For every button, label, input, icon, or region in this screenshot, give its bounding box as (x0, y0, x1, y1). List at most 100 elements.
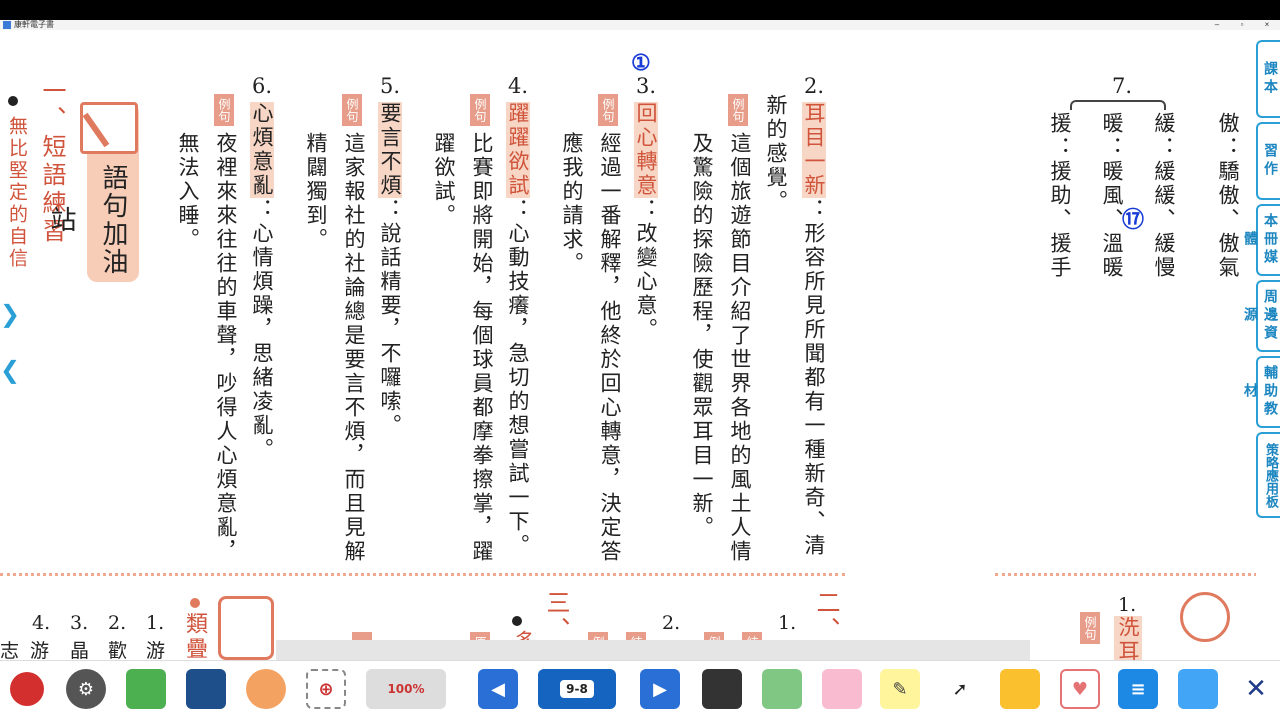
dotted-divider-left (0, 573, 845, 576)
bottom-char-3: 歡 (108, 640, 128, 660)
item4-example-tag: 例句 (470, 94, 490, 126)
item4-term: 躍躍欲試 (506, 102, 530, 198)
bottom-heading-leidie: 類疊 (182, 612, 207, 660)
item4-term-line: 躍躍欲試：心動技癢，急切的想嘗試一下。 (504, 102, 532, 558)
item5-number: 5. (380, 74, 401, 98)
bottom-char-4: 游 (146, 640, 166, 660)
eraser-icon[interactable] (822, 669, 862, 709)
tab-media[interactable]: 本冊媒體 (1242, 204, 1280, 276)
bottom-num-1: 1. (146, 612, 165, 634)
bottom-num-4: 4. (32, 612, 51, 634)
item5-definition: ：說話精要，不囉嗦。 (378, 198, 402, 438)
item6-term: 心煩意亂 (250, 102, 274, 198)
handwritten-annotation-1: ① (631, 50, 651, 76)
item3-example-line2: 應我的請求。 (560, 132, 584, 276)
graduation-icon[interactable] (702, 669, 742, 709)
item6-example-line1: 夜裡來來往往的車聲，吵得人心煩意亂， (214, 132, 238, 564)
bullet-text: 無比堅定的自信 (6, 116, 28, 270)
close-icon[interactable]: ✕ (1236, 669, 1276, 709)
trash-icon[interactable] (762, 669, 802, 709)
item5-example-line2: 精闢獨到。 (304, 132, 328, 252)
tab-textbook[interactable]: 課本 (1256, 40, 1280, 118)
toolbox-icon[interactable] (126, 669, 166, 709)
item3-term-line: 回心轉意：改變心意。 (632, 102, 660, 342)
item2-number: 2. (804, 74, 825, 98)
app-icon (3, 21, 11, 29)
stamp-icon (218, 596, 274, 660)
item7-brace (1070, 100, 1166, 110)
bottom-term-xier: 洗耳 (1114, 616, 1142, 660)
page-indicator: 9-8 (560, 680, 594, 698)
minimize-button[interactable]: – (1212, 20, 1222, 30)
bottom-num-c1: 1. (1118, 594, 1137, 616)
save-icon[interactable] (186, 669, 226, 709)
item5-term-line: 要言不煩：說話精要，不囉嗦。 (376, 102, 404, 438)
item4-number: 4. (508, 74, 529, 98)
item2-example-tag: 例句 (728, 94, 748, 126)
exit-icon[interactable] (10, 672, 44, 706)
item3-definition: ：改變心意。 (634, 198, 658, 342)
title-bar: 康軒電子書 – ▫ × (0, 20, 1280, 30)
handwritten-annotation-17: ⑰ (1122, 207, 1145, 233)
item2-definition-cont: 新的感覺。 (764, 94, 788, 214)
item7-col-yuan: 援：援助、援手 (1048, 112, 1072, 280)
bullet-dot (8, 96, 18, 106)
bottom-char-5: 志 (0, 640, 20, 660)
bottom-num-2: 2. (108, 612, 127, 634)
maximize-button[interactable]: ▫ (1237, 20, 1247, 30)
notes-icon[interactable] (1178, 669, 1218, 709)
item5-example-line1: 這家報社的社論總是要言不煩，而且見解 (342, 132, 366, 564)
bottom-num-3: 3. (70, 612, 89, 634)
item3-number: 3. (636, 74, 657, 98)
list-icon[interactable]: ≡ (1118, 669, 1158, 709)
item6-example-tag: 例句 (214, 94, 234, 126)
trophy-icon[interactable] (1000, 669, 1040, 709)
tab-strategy-board[interactable]: 策略應用板 (1256, 432, 1280, 518)
tab-workbook[interactable]: 習作 (1256, 122, 1280, 200)
zoom-percent[interactable]: 100% (366, 669, 446, 709)
item7-number: 7. (1112, 74, 1133, 98)
cards-icon[interactable]: ♥ (1060, 669, 1100, 709)
pencil-book-icon (80, 102, 138, 154)
item4-example-line2: 躍欲試。 (432, 132, 456, 228)
item6-number: 6. (252, 74, 273, 98)
bottom-toolbar: ⚙ ⊕ 100% ◀ 9-8 ▶ ✎ ➚ ♥ ≡ ✕ (0, 660, 1280, 720)
next-page-button[interactable]: ▶ (640, 669, 680, 709)
item6-example-line2: 無法入睡。 (176, 132, 200, 252)
item2-definition: ：形容所見所聞都有一種新奇、清 (802, 198, 826, 558)
page-jump[interactable]: 9-8 (538, 669, 616, 709)
item5-example-tag: 例句 (342, 94, 362, 126)
item3-example-line1: 經過一番解釋，他終於回心轉意，決定答 (598, 132, 622, 564)
prev-page-button[interactable]: ◀ (478, 669, 518, 709)
pointer-icon[interactable]: ➚ (940, 669, 980, 709)
bottom-char-2: 晶 (70, 640, 90, 660)
prev-page-arrow[interactable]: ❮ (0, 356, 20, 384)
tab-resources[interactable]: 周邊資源 (1242, 280, 1280, 352)
item2-example-line1: 這個旅遊節目介紹了世界各地的風土人情 (728, 132, 752, 564)
item2-term-line: 耳目一新：形容所見所聞都有一種新奇、清 (800, 102, 828, 558)
zoom-icon[interactable]: ⊕ (306, 669, 346, 709)
bottom-dot (190, 598, 200, 608)
palette-icon[interactable]: ✎ (880, 669, 920, 709)
item7-col-huan: 緩：緩緩、緩慢 (1152, 112, 1176, 280)
tab-supplementary[interactable]: 輔助教材 (1242, 356, 1280, 428)
dotted-divider-right (995, 573, 1256, 576)
item6-definition: ：心情煩躁，思緒凌亂。 (250, 198, 274, 462)
bottom-num-b1: 1. (778, 612, 797, 634)
bottom-num-b2: 2. (662, 612, 681, 634)
bottom-tag-7: 例句 (1080, 612, 1100, 644)
users-icon[interactable] (246, 669, 286, 709)
bottom-char-1: 游 (30, 640, 50, 660)
close-window-button[interactable]: × (1262, 20, 1272, 30)
book-page: 無比堅定的自信 一、短語練習 語句加油站 ❯ ❮ 6. 心煩意亂：心情煩躁，思緒… (0, 30, 1256, 660)
next-page-arrow[interactable]: ❯ (0, 300, 20, 328)
item4-definition: ：心動技癢，急切的想嘗試一下。 (506, 198, 530, 558)
item6-term-line: 心煩意亂：心情煩躁，思緒凌亂。 (248, 102, 276, 462)
item7-col-nuan: 暖：暖風、溫暖 (1100, 112, 1124, 280)
item2-term: 耳目一新 (802, 102, 826, 198)
settings-icon[interactable]: ⚙ (66, 669, 106, 709)
item7-col-ao: 傲：驕傲、傲氣 (1216, 112, 1240, 280)
lightbulb-icon (1180, 592, 1230, 642)
item3-example-tag: 例句 (598, 94, 618, 126)
horizontal-scrollbar[interactable] (276, 640, 1030, 660)
